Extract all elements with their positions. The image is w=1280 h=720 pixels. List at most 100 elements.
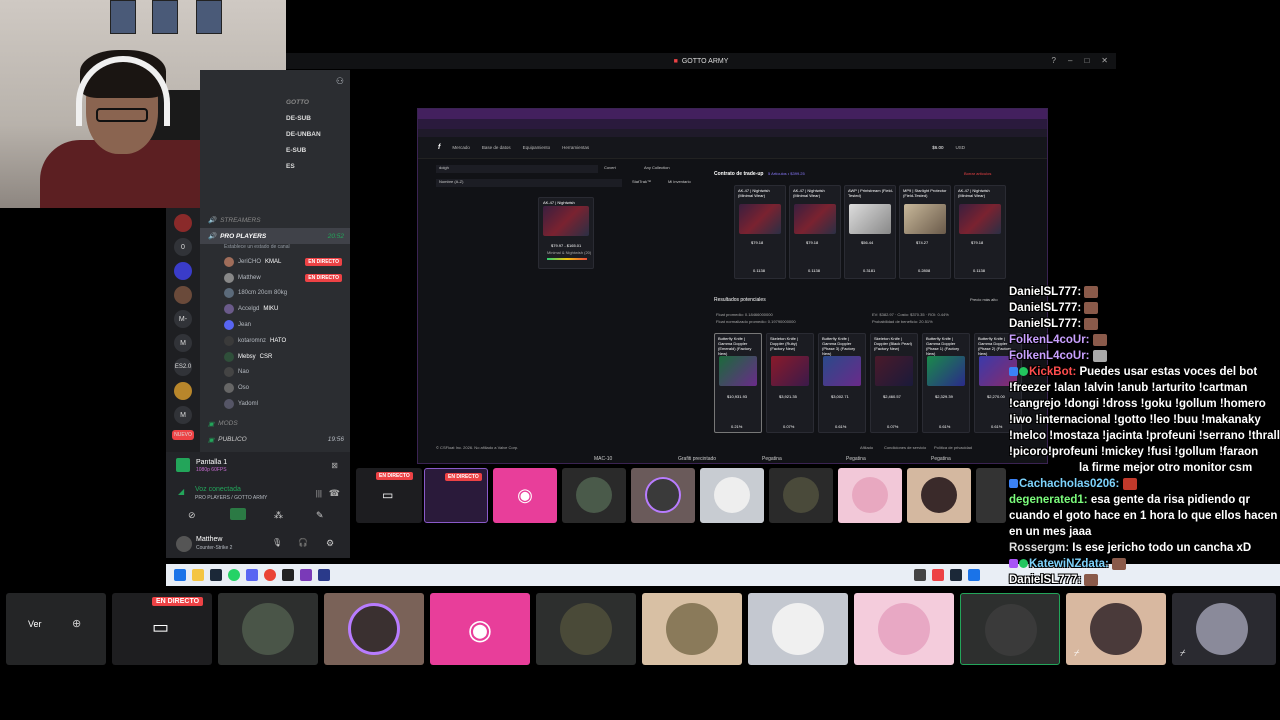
contract-item[interactable]: AK-47 | Nightwish (Minimal Wear) $79.18 0.… — [789, 185, 841, 279]
add-stream-icon[interactable]: ⊕ — [72, 617, 81, 630]
contract-item[interactable]: MP9 | Starlight Protector (Field-Tested)… — [899, 185, 951, 279]
clear-contract-button[interactable]: Borrar artículos — [964, 171, 991, 176]
participant-thumb[interactable] — [907, 468, 971, 523]
channel-status[interactable]: Establece un estado de canal — [200, 244, 350, 254]
soundboard-icon[interactable]: ✎ — [316, 510, 324, 521]
stattrak-toggle[interactable]: StatTrak™ — [632, 179, 651, 184]
nav-mercado[interactable]: Mercado — [452, 145, 470, 150]
currency-select[interactable]: USD — [955, 145, 965, 150]
participant-thumb[interactable] — [324, 593, 424, 665]
stop-share-icon[interactable]: ⊠ — [331, 461, 338, 470]
site-logo[interactable]: f — [438, 144, 440, 151]
channel-de-unban[interactable]: DE-UNBAN — [200, 126, 350, 142]
maximize-button[interactable]: □ — [1084, 56, 1089, 65]
participant-thumb[interactable] — [748, 593, 848, 665]
voice-user[interactable]: kotaromnz HATO — [200, 333, 350, 349]
noise-icon[interactable]: ||| — [316, 489, 322, 498]
headphones-icon[interactable]: 🎧 — [298, 538, 308, 547]
app-icon[interactable] — [282, 569, 294, 581]
server-icon[interactable]: M- — [174, 310, 192, 328]
participant-thumb[interactable] — [218, 593, 318, 665]
participant-thumb[interactable] — [631, 468, 695, 523]
filter-collection[interactable]: Any Collection — [644, 165, 670, 170]
channel-e-sub[interactable]: E-SUB — [200, 142, 350, 158]
chrome-icon[interactable] — [264, 569, 276, 581]
disconnect-icon[interactable]: ☎ — [329, 488, 340, 499]
participant-thumb[interactable] — [854, 593, 954, 665]
file-explorer-icon[interactable] — [192, 569, 204, 581]
server-icon[interactable] — [174, 214, 192, 232]
participant-thumb[interactable] — [976, 468, 1006, 523]
nav-equipamiento[interactable]: Equipamiento — [523, 145, 551, 150]
selected-skin-card[interactable]: AK-47 | Nightwish $79.97 - $165.01 Minim… — [538, 197, 594, 269]
stream-thumb[interactable]: EN DIRECTO ▭ — [112, 593, 212, 665]
server-icon[interactable] — [174, 286, 192, 304]
browser-tab-strip[interactable] — [418, 109, 1047, 119]
browser-address-bar[interactable] — [418, 119, 1047, 129]
discord-tile[interactable]: ◉ — [493, 468, 557, 523]
result-item[interactable]: Butterfly Knife | Gamma Doppler (Phase 3… — [818, 333, 866, 433]
footer-link[interactable]: Política de privacidad — [934, 445, 972, 450]
participant-thumb[interactable] — [838, 468, 902, 523]
nav-herramientas[interactable]: Herramientas — [562, 145, 589, 150]
whatsapp-icon[interactable] — [228, 569, 240, 581]
start-icon[interactable] — [174, 569, 186, 581]
gear-icon[interactable]: ⚙ — [326, 538, 334, 549]
footer-link[interactable]: Afiliado — [860, 445, 873, 450]
contract-item[interactable]: AK-47 | Nightwish (Minimal Wear) $79.18 0.… — [954, 185, 1006, 279]
tray-icon[interactable] — [932, 569, 944, 581]
participant-thumb[interactable] — [769, 468, 833, 523]
tray-icon[interactable] — [968, 569, 980, 581]
result-item[interactable]: Skeleton Knife | Doppler (Ruby) (Factory… — [766, 333, 814, 433]
filter-rarity[interactable]: Covert — [604, 165, 616, 170]
add-friend-icon[interactable]: ⚇ — [336, 76, 344, 87]
participant-thumb[interactable] — [536, 593, 636, 665]
activities-icon[interactable]: ⁂ — [274, 510, 283, 521]
voice-user[interactable]: Mebsy CSR — [200, 349, 350, 365]
server-icon[interactable]: ES2.0 — [174, 358, 192, 376]
server-icon[interactable]: M — [174, 334, 192, 352]
result-item[interactable]: Skeleton Knife | Doppler (Black Pearl) (… — [870, 333, 918, 433]
contract-item[interactable]: AWP | Printstream (Field-Tested) $56.44 0.… — [844, 185, 896, 279]
footer-link[interactable]: Condiciones de servicio — [884, 445, 926, 450]
camera-off-icon[interactable]: ⊘ — [188, 510, 196, 521]
voice-user[interactable]: Accelgd MIKU — [200, 301, 350, 317]
stream-thumb[interactable]: EN DIRECTO — [424, 468, 488, 523]
app-icon[interactable] — [318, 569, 330, 581]
stream-thumb[interactable]: EN DIRECTO ▭ — [356, 468, 422, 523]
contract-item[interactable]: AK-47 | Nightwish (Minimal Wear) $79.18 0.… — [734, 185, 786, 279]
app-icon[interactable] — [300, 569, 312, 581]
help-icon[interactable]: ? — [1052, 56, 1056, 65]
steam-icon[interactable] — [210, 569, 222, 581]
voice-user[interactable]: Nao — [200, 365, 350, 381]
voice-connected-channel[interactable]: PRO PLAYERS / GOTTO ARMY — [195, 495, 267, 501]
minimize-button[interactable]: – — [1068, 56, 1072, 65]
new-badge[interactable]: NUEVO — [172, 430, 194, 440]
channel-es[interactable]: ES — [200, 158, 350, 174]
voice-user[interactable]: Jean — [200, 317, 350, 333]
server-icon[interactable]: 0 — [174, 238, 192, 256]
user-avatar[interactable] — [176, 536, 192, 552]
search-input[interactable]: doigh — [436, 165, 598, 173]
inventory-toggle[interactable]: Mi inventario — [668, 179, 691, 184]
nav-base-de-datos[interactable]: Base de datos — [482, 145, 511, 150]
discord-icon[interactable] — [246, 569, 258, 581]
result-item[interactable]: Butterfly Knife | Gamma Doppler (Emerald… — [714, 333, 762, 433]
channel-gotto[interactable]: GOTTO — [200, 94, 350, 110]
participant-thumb[interactable] — [700, 468, 764, 523]
discord-tile[interactable]: ◉ — [430, 593, 530, 665]
channel-de-sub[interactable]: DE-SUB — [200, 110, 350, 126]
voice-channel-pro-players[interactable]: 🔊 PRO PLAYERS 20:52 — [200, 228, 350, 244]
server-icon[interactable] — [174, 382, 192, 400]
category-streamers[interactable]: 🔊 STREAMERS — [200, 212, 350, 228]
category-publico[interactable]: ▣ PUBLICO 19:56 — [200, 432, 350, 448]
voice-user[interactable]: Matthew EN DIRECTO — [200, 270, 350, 286]
close-button[interactable]: ✕ — [1101, 56, 1108, 65]
voice-user[interactable]: 180cm 20cm 80kg — [200, 286, 350, 302]
tray-icon[interactable] — [950, 569, 962, 581]
results-sort[interactable]: Precio más alto — [970, 297, 998, 302]
share-screen-button[interactable] — [230, 508, 246, 520]
server-icon[interactable]: M — [174, 406, 192, 424]
server-icon[interactable] — [174, 262, 192, 280]
tray-icon[interactable] — [914, 569, 926, 581]
